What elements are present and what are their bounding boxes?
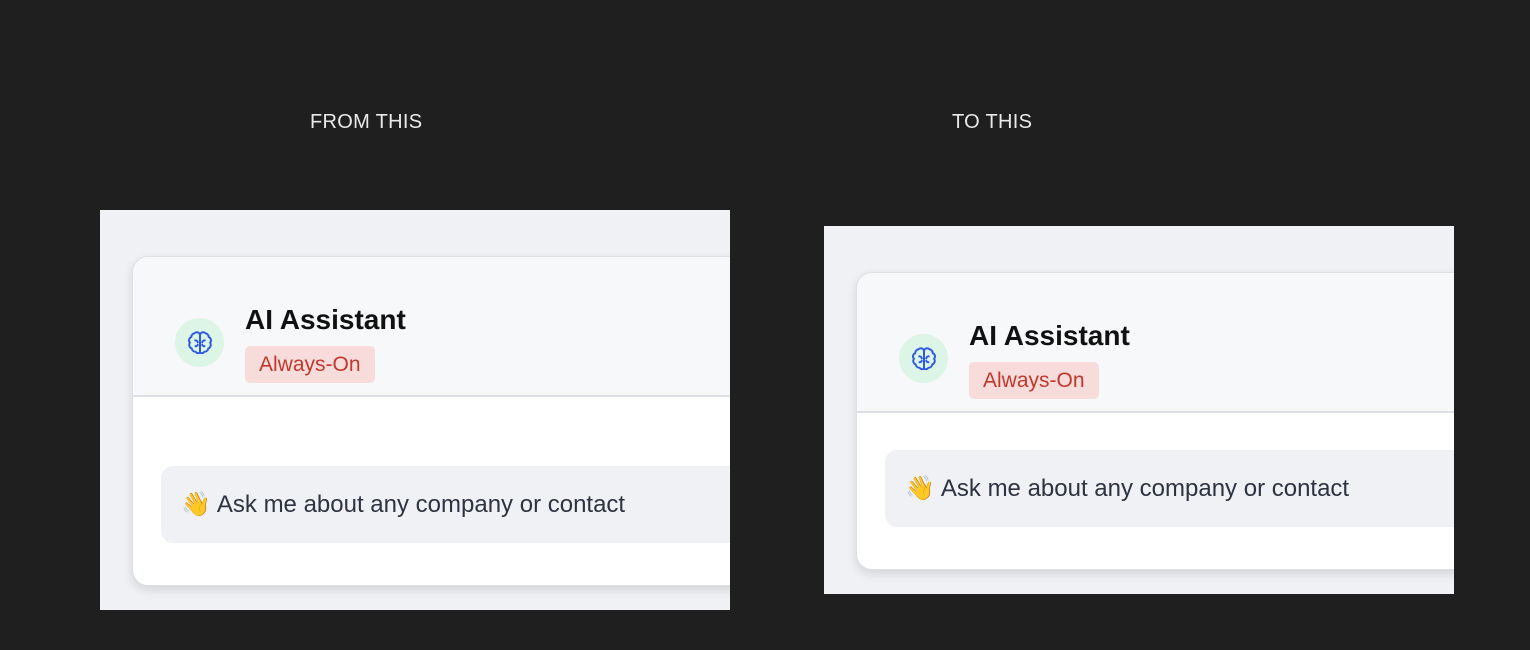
greeting-message: 👋 Ask me about any company or contact [161, 466, 730, 543]
assistant-card: AI Assistant Always-On 👋 Ask me about an… [856, 272, 1454, 570]
brain-icon [187, 330, 212, 354]
status-badge: Always-On [969, 362, 1099, 399]
assistant-card-header: AI Assistant Always-On [857, 273, 1454, 413]
comparison-canvas: FROM THIS TO THIS AI Assistant Always-On… [0, 0, 1530, 650]
wave-icon: 👋 [905, 475, 935, 502]
wave-icon: 👋 [181, 491, 211, 518]
assistant-card-header: AI Assistant Always-On [133, 257, 730, 397]
status-badge: Always-On [245, 346, 375, 383]
greeting-text: Ask me about any company or contact [940, 474, 1350, 502]
greeting-text: Ask me about any company or contact [216, 490, 626, 518]
to-caption: TO THIS [952, 111, 1033, 133]
after-panel: AI Assistant Always-On 👋 Ask me about an… [824, 226, 1454, 594]
greeting-message: 👋 Ask me about any company or contact [885, 450, 1454, 527]
assistant-title: AI Assistant [245, 304, 406, 335]
assistant-title: AI Assistant [969, 320, 1130, 351]
assistant-avatar [175, 318, 224, 367]
brain-icon [911, 346, 936, 370]
assistant-avatar [899, 334, 948, 383]
before-panel: AI Assistant Always-On 👋 Ask me about an… [100, 210, 730, 610]
assistant-card: AI Assistant Always-On 👋 Ask me about an… [132, 256, 730, 586]
from-caption: FROM THIS [310, 111, 423, 133]
